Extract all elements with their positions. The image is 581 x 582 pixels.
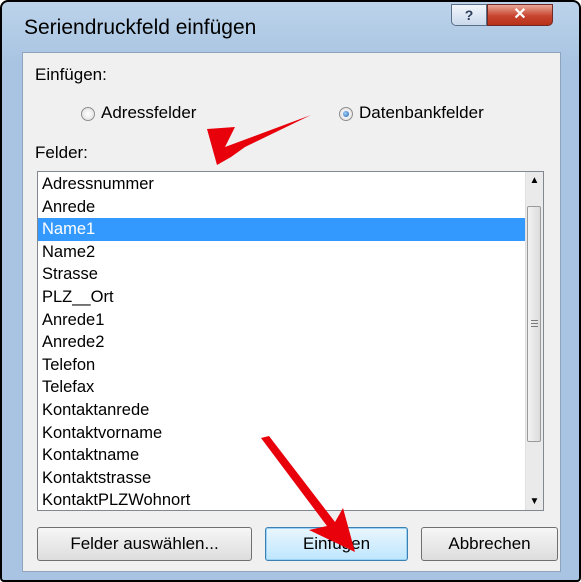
list-item[interactable]: Strasse bbox=[38, 263, 526, 286]
red-arrow-down-icon bbox=[261, 436, 355, 552]
scroll-up-arrow-icon[interactable]: ▲ bbox=[526, 172, 543, 189]
list-item[interactable]: Anrede bbox=[38, 196, 526, 219]
insert-label: Einfügen: bbox=[35, 65, 107, 84]
radio-address-fields-label[interactable]: Adressfelder bbox=[101, 103, 196, 123]
radio-database-fields[interactable] bbox=[339, 107, 353, 121]
grip-line bbox=[531, 320, 538, 321]
red-arrow-right-icon bbox=[207, 115, 311, 165]
close-icon: ✕ bbox=[513, 6, 527, 23]
help-button[interactable]: ? bbox=[451, 4, 487, 26]
list-item[interactable]: Kontaktanrede bbox=[38, 399, 526, 422]
list-item-selected[interactable]: Name1 bbox=[38, 218, 526, 241]
radio-address-fields[interactable] bbox=[81, 107, 95, 121]
list-item[interactable]: Telefax bbox=[38, 376, 526, 399]
select-fields-button[interactable]: Felder auswählen... bbox=[37, 527, 252, 561]
list-item[interactable]: Telefon bbox=[38, 354, 526, 377]
close-button[interactable]: ✕ bbox=[487, 4, 553, 26]
radio-database-fields-label[interactable]: Datenbankfelder bbox=[359, 103, 484, 123]
title-bar[interactable]: Seriendruckfeld einfügen ? ✕ bbox=[2, 2, 579, 52]
dialog-window: Seriendruckfeld einfügen ? ✕ Einfügen: A… bbox=[0, 0, 581, 582]
list-item[interactable]: Adressnummer bbox=[38, 173, 526, 196]
question-mark-icon: ? bbox=[464, 7, 474, 23]
cancel-button[interactable]: Abbrechen bbox=[421, 527, 558, 561]
fields-label: Felder: bbox=[35, 143, 88, 162]
window-title: Seriendruckfeld einfügen bbox=[24, 16, 257, 39]
grip-line bbox=[531, 323, 538, 324]
scroll-down-arrow-icon[interactable]: ▼ bbox=[526, 493, 543, 510]
list-item[interactable]: Anrede2 bbox=[38, 331, 526, 354]
list-item[interactable]: Name2 bbox=[38, 241, 526, 264]
grip-line bbox=[531, 326, 538, 327]
vertical-scrollbar[interactable]: ▲ ▼ bbox=[525, 172, 543, 510]
list-item[interactable]: PLZ__Ort bbox=[38, 286, 526, 309]
scrollbar-thumb[interactable] bbox=[527, 206, 541, 442]
list-item[interactable]: Anrede1 bbox=[38, 309, 526, 332]
